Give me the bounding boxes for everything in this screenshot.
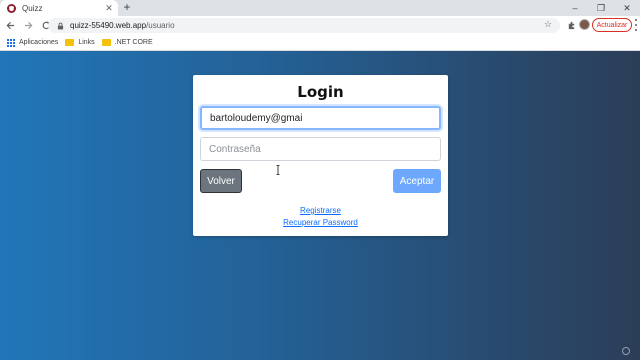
forward-icon[interactable] (20, 18, 36, 34)
folder-icon (101, 39, 111, 46)
text-cursor-icon (276, 165, 280, 175)
avatar[interactable] (579, 19, 590, 30)
bookmark-label: Links (78, 39, 95, 46)
page-title: Login (297, 83, 344, 101)
folder-icon (65, 39, 75, 46)
extensions-icon[interactable] (564, 18, 578, 32)
close-icon[interactable]: ✕ (103, 3, 115, 14)
window-controls: – ❐ ✕ (562, 0, 640, 16)
login-card: Login Volver Aceptar Registrarse Recuper… (193, 75, 448, 236)
new-tab-icon[interactable]: + (121, 1, 133, 14)
bookmark-label: .NET CORE (114, 39, 153, 46)
browser-toolbar: quizz-55490.web.app/usuario ☆ Actualizar (0, 16, 640, 35)
lock-icon[interactable] (56, 21, 65, 30)
register-link[interactable]: Registrarse (193, 206, 448, 215)
menu-icon[interactable] (633, 19, 639, 31)
angular-logo-icon (7, 3, 16, 13)
browser-tab[interactable]: Quizz ✕ (0, 0, 118, 16)
url-path: /usuario (146, 21, 175, 30)
bookmark-label: Aplicaciones (19, 39, 59, 46)
recover-password-link[interactable]: Recuperar Password (193, 218, 448, 227)
tab-title: Quizz (22, 3, 43, 13)
back-icon[interactable] (2, 18, 18, 34)
update-button[interactable]: Actualizar (592, 18, 632, 32)
bookmark-links[interactable]: Links (65, 39, 95, 46)
page-background: Login Volver Aceptar Registrarse Recuper… (0, 51, 640, 360)
address-bar[interactable]: quizz-55490.web.app/usuario ☆ (48, 18, 560, 33)
password-field[interactable] (200, 137, 441, 161)
tab-strip: Quizz ✕ + – ❐ ✕ (0, 0, 640, 16)
url-host: quizz-55490.web.app (70, 21, 147, 30)
bookmark-net-core[interactable]: .NET CORE (101, 39, 153, 46)
accept-button[interactable]: Aceptar (393, 169, 441, 193)
back-button[interactable]: Volver (200, 169, 242, 193)
watermark-icon (622, 347, 630, 355)
star-icon[interactable]: ☆ (544, 19, 552, 30)
window-close-icon[interactable]: ✕ (614, 0, 640, 16)
email-field[interactable] (200, 106, 441, 130)
watermark (622, 347, 632, 355)
restore-icon[interactable]: ❐ (588, 0, 614, 16)
bookmark-apps[interactable]: Aplicaciones (7, 38, 59, 47)
minimize-icon[interactable]: – (562, 0, 588, 16)
apps-icon (7, 38, 15, 47)
bookmarks-bar: Aplicaciones Links .NET CORE (0, 35, 640, 51)
